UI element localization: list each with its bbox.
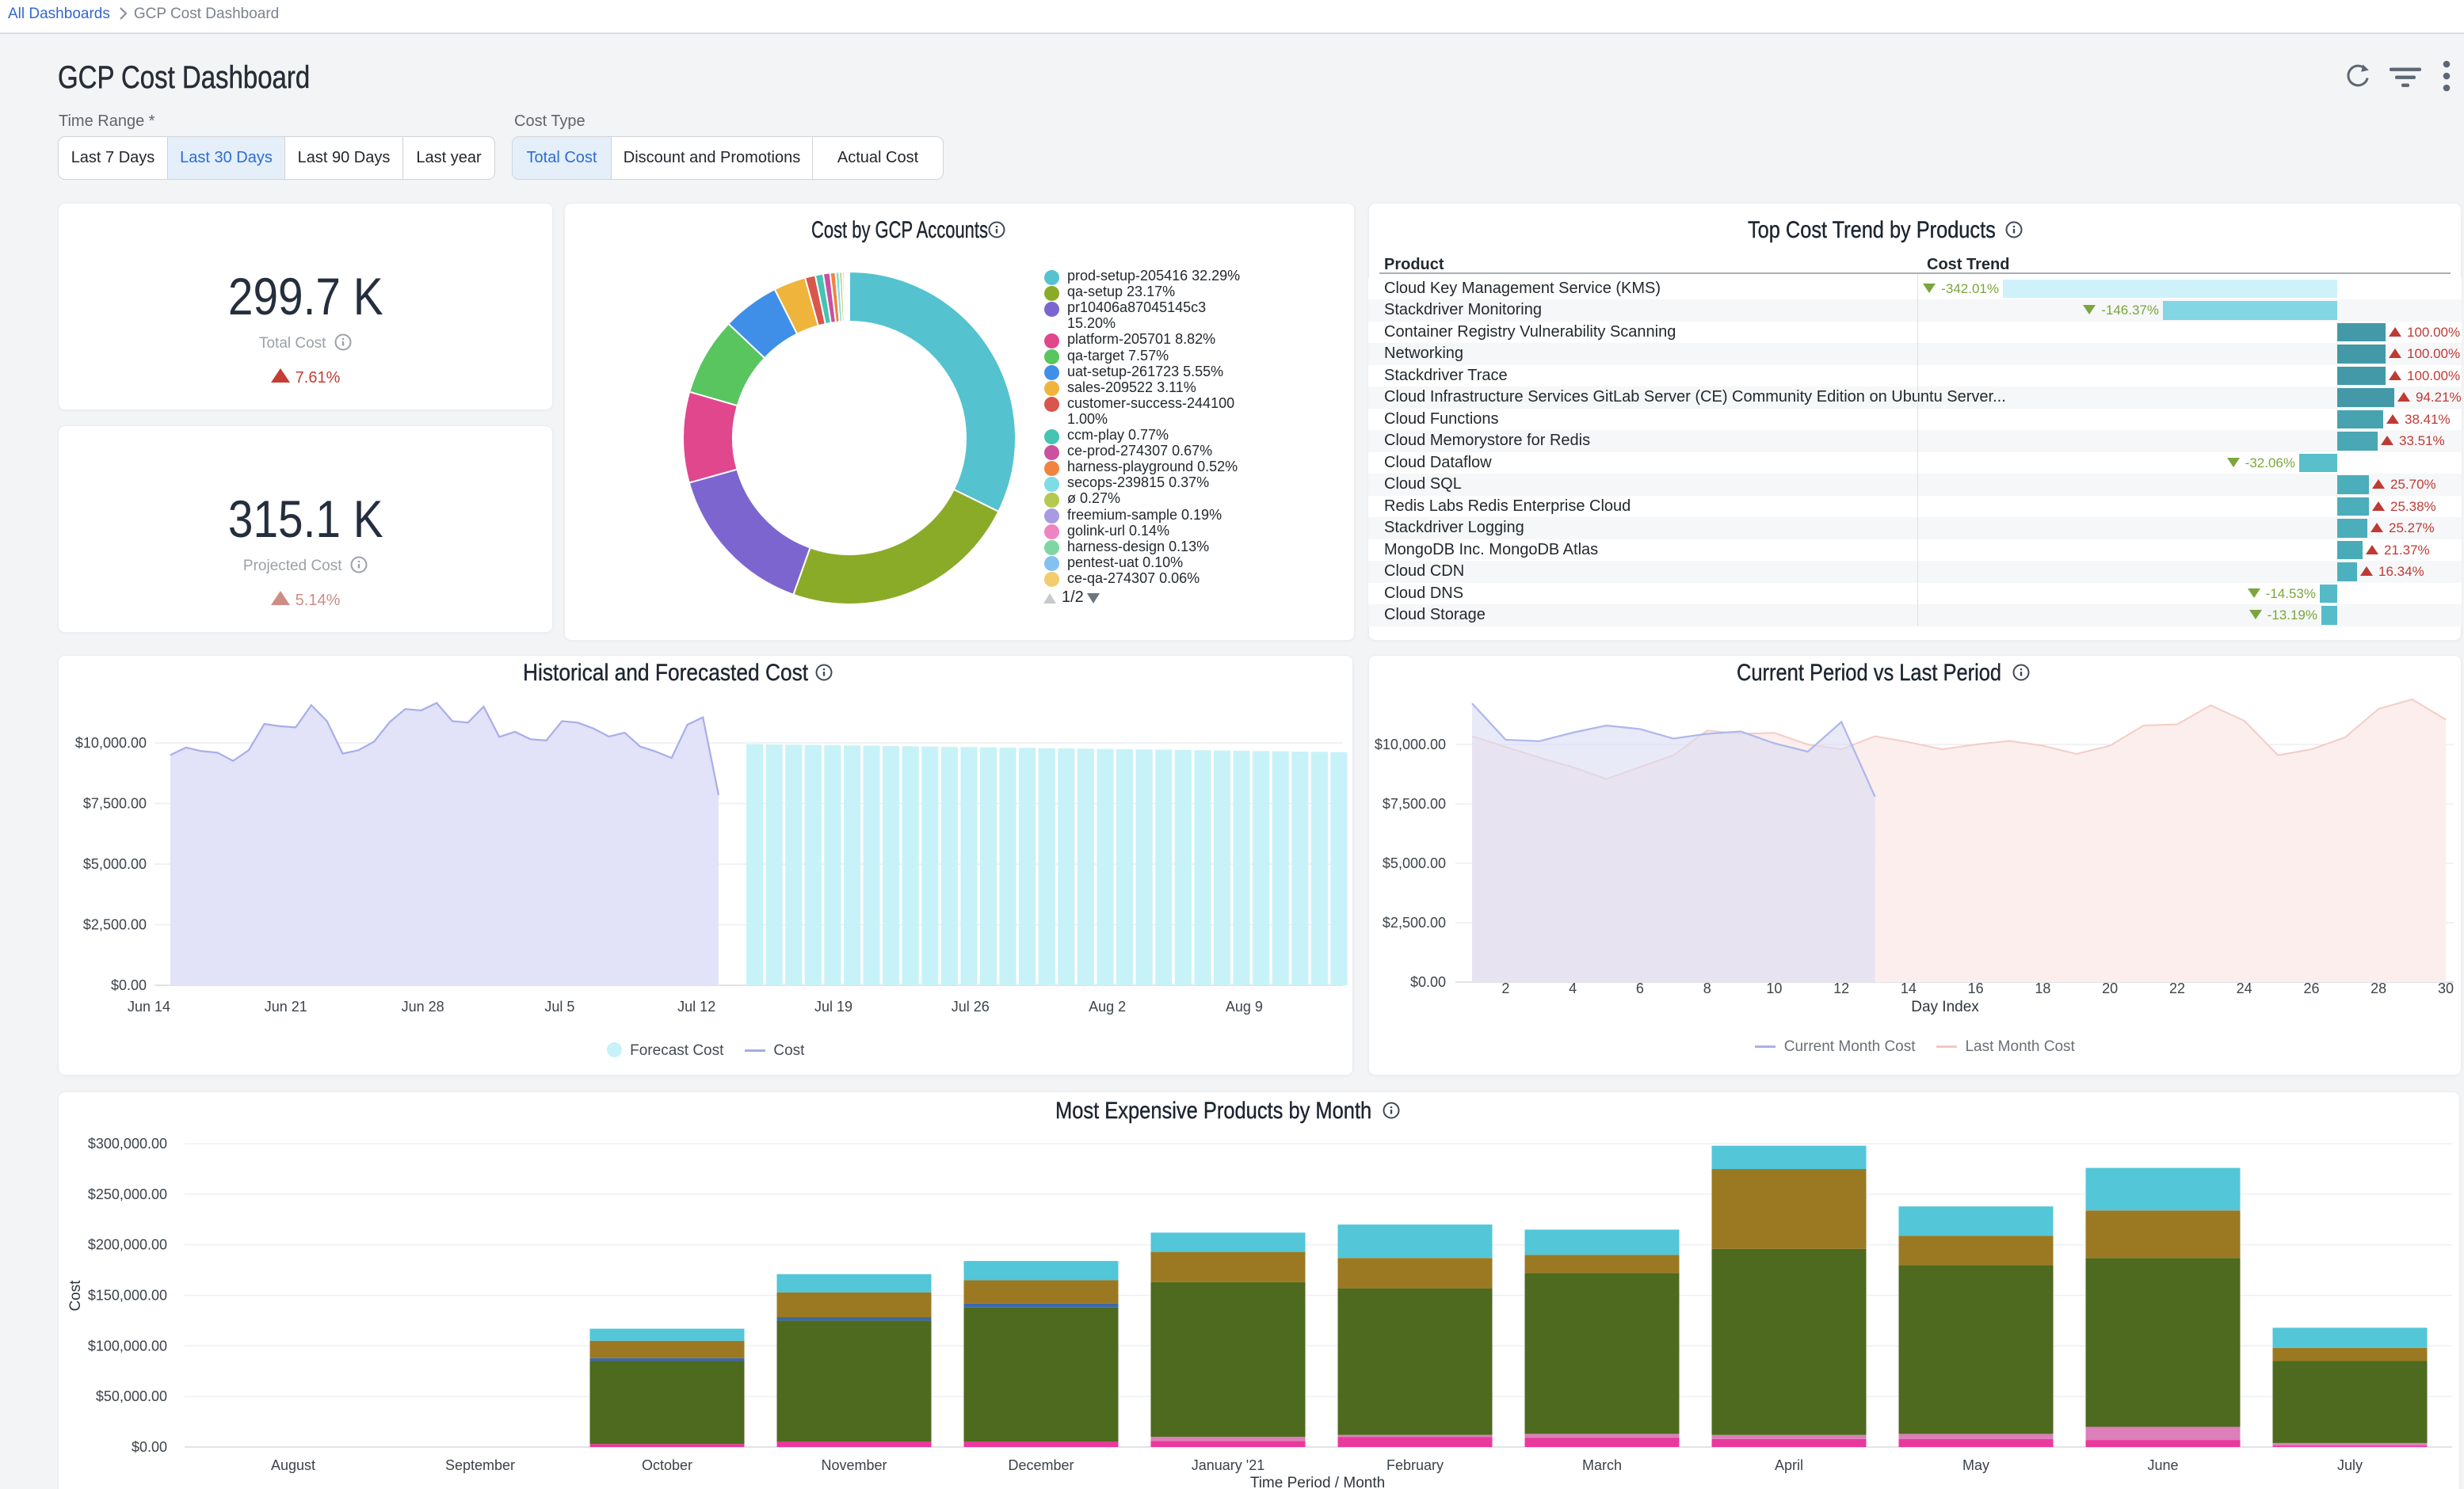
- svg-text:Aug 2: Aug 2: [1089, 999, 1126, 1015]
- svg-text:14: 14: [1901, 981, 1917, 996]
- svg-text:September: September: [445, 1457, 515, 1473]
- svg-text:Time Period / Month: Time Period / Month: [1250, 1475, 1385, 1489]
- svg-text:Aug 9: Aug 9: [1226, 999, 1263, 1015]
- svg-text:$50,000.00: $50,000.00: [96, 1388, 167, 1404]
- svg-text:$200,000.00: $200,000.00: [88, 1237, 167, 1253]
- svg-text:$100,000.00: $100,000.00: [88, 1338, 167, 1354]
- svg-text:Jul 26: Jul 26: [952, 999, 990, 1015]
- svg-text:10: 10: [1766, 981, 1782, 996]
- svg-text:Jun 21: Jun 21: [265, 999, 307, 1015]
- svg-text:$300,000.00: $300,000.00: [88, 1136, 167, 1152]
- svg-text:November: November: [821, 1457, 887, 1473]
- svg-text:August: August: [271, 1457, 315, 1473]
- svg-text:$150,000.00: $150,000.00: [88, 1288, 167, 1304]
- svg-text:Cost: Cost: [67, 1280, 84, 1312]
- svg-text:4: 4: [1569, 981, 1577, 996]
- svg-text:Jul 5: Jul 5: [544, 999, 574, 1015]
- svg-text:October: October: [642, 1457, 692, 1473]
- svg-text:2: 2: [1501, 981, 1509, 996]
- svg-text:December: December: [1008, 1457, 1074, 1473]
- svg-text:June: June: [2147, 1457, 2178, 1473]
- svg-text:May: May: [1962, 1457, 1989, 1473]
- svg-text:18: 18: [2035, 981, 2050, 996]
- svg-text:April: April: [1775, 1457, 1803, 1473]
- svg-text:26: 26: [2303, 981, 2319, 996]
- svg-text:March: March: [1582, 1457, 1622, 1473]
- svg-text:24: 24: [2237, 981, 2252, 996]
- svg-text:Day Index: Day Index: [1911, 999, 1979, 1015]
- svg-text:Jun 14: Jun 14: [128, 999, 170, 1015]
- svg-text:$7,500.00: $7,500.00: [1383, 796, 1446, 812]
- svg-text:$0.00: $0.00: [111, 977, 147, 993]
- svg-text:February: February: [1386, 1457, 1444, 1473]
- svg-text:12: 12: [1833, 981, 1849, 996]
- svg-text:16: 16: [1968, 981, 1984, 996]
- svg-text:$2,500.00: $2,500.00: [83, 917, 147, 933]
- svg-text:$0.00: $0.00: [132, 1439, 167, 1455]
- svg-text:20: 20: [2102, 981, 2118, 996]
- svg-text:6: 6: [1636, 981, 1644, 996]
- svg-text:Jul 12: Jul 12: [677, 999, 715, 1015]
- svg-text:28: 28: [2371, 981, 2386, 996]
- svg-text:$5,000.00: $5,000.00: [1383, 855, 1446, 871]
- svg-text:July: July: [2337, 1457, 2363, 1473]
- svg-text:$0.00: $0.00: [1410, 974, 1446, 990]
- svg-text:Jul 19: Jul 19: [814, 999, 852, 1015]
- svg-text:$7,500.00: $7,500.00: [83, 796, 147, 812]
- svg-text:30: 30: [2438, 981, 2454, 996]
- svg-text:$5,000.00: $5,000.00: [83, 856, 147, 872]
- svg-text:$2,500.00: $2,500.00: [1383, 915, 1446, 931]
- svg-text:$10,000.00: $10,000.00: [1375, 737, 1446, 752]
- svg-text:22: 22: [2169, 981, 2185, 996]
- svg-text:$10,000.00: $10,000.00: [75, 735, 147, 751]
- svg-text:8: 8: [1703, 981, 1711, 996]
- svg-text:January '21: January '21: [1192, 1457, 1265, 1473]
- svg-text:$250,000.00: $250,000.00: [88, 1186, 167, 1202]
- svg-text:Jun 28: Jun 28: [402, 999, 444, 1015]
